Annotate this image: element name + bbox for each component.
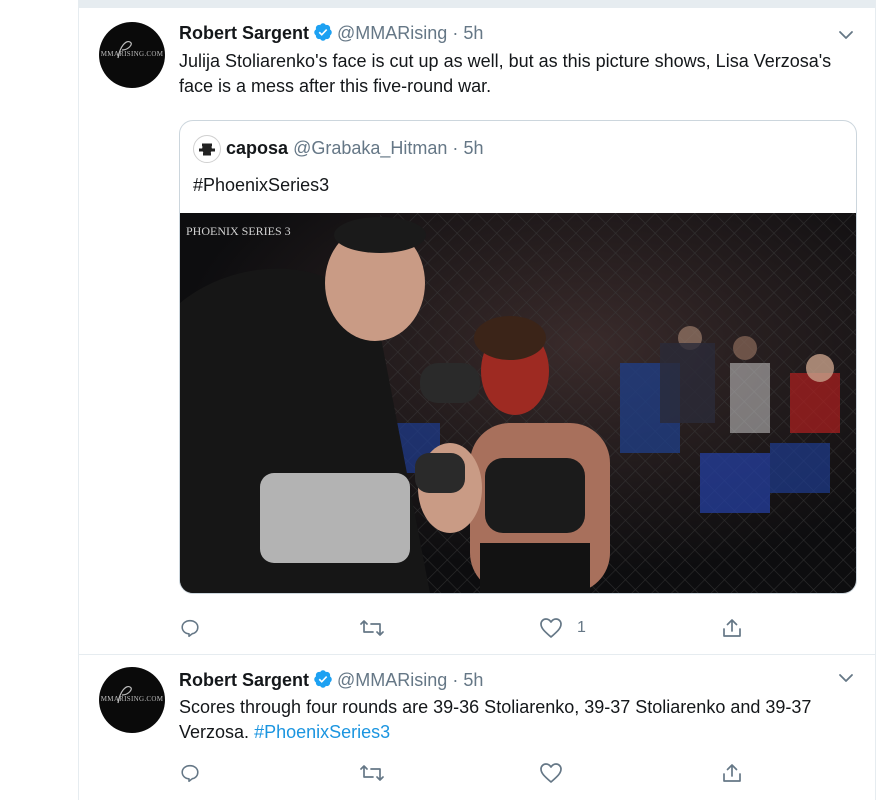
fight-photo[interactable]: PHOENIX SERIES 3 <box>180 213 856 593</box>
reply-button[interactable] <box>179 616 215 640</box>
share-button[interactable] <box>721 761 743 785</box>
retweet-button[interactable] <box>359 761 399 785</box>
like-button[interactable]: 1 <box>539 616 586 640</box>
separator-dot: · <box>452 23 459 43</box>
reply-button[interactable] <box>179 761 215 785</box>
tweet-text: Julija Stoliarenko's face is cut up as w… <box>179 51 832 96</box>
verified-badge-icon <box>313 22 333 47</box>
tweet-text: Scores through four rounds are 39-36 Sto… <box>179 695 859 745</box>
separator-dot: · <box>452 670 459 690</box>
retweet-icon <box>360 765 384 781</box>
timeline: MMARISING.COM Robert Sargent @MMARising ·… <box>78 0 876 800</box>
tweet-actions: 1 <box>179 616 859 640</box>
photo-watermark: PHOENIX SERIES 3 <box>186 224 291 238</box>
like-button[interactable] <box>539 761 577 785</box>
quoted-header: caposa @Grabaka_Hitman · 5h <box>226 137 483 159</box>
share-button[interactable] <box>721 616 743 640</box>
tweet[interactable]: MMARISING.COM Robert Sargent @MMARising ·… <box>79 8 875 655</box>
hashtag-link[interactable]: #PhoenixSeries3 <box>254 722 390 742</box>
retweet-button[interactable] <box>359 616 399 640</box>
verified-badge-icon <box>313 669 333 694</box>
avatar[interactable]: MMARISING.COM <box>99 667 165 733</box>
share-icon <box>723 619 741 637</box>
chevron-down-icon[interactable] <box>837 669 855 687</box>
author-name[interactable]: Robert Sargent <box>179 23 309 43</box>
quoted-author-handle[interactable]: @Grabaka_Hitman <box>293 138 447 158</box>
tweet-header: Robert Sargent @MMARising · 5h <box>179 669 483 694</box>
tweet-timestamp[interactable]: 5h <box>463 670 483 690</box>
tweet-actions <box>179 761 859 785</box>
tweet-timestamp[interactable]: 5h <box>463 23 483 43</box>
author-handle[interactable]: @MMARising <box>337 670 447 690</box>
chevron-down-icon[interactable] <box>837 26 855 44</box>
share-icon <box>723 764 741 782</box>
quoted-timestamp[interactable]: 5h <box>463 138 483 158</box>
author-name[interactable]: Robert Sargent <box>179 670 309 690</box>
avatar[interactable]: MMARISING.COM <box>99 22 165 88</box>
tweet[interactable]: MMARISING.COM Robert Sargent @MMARising ·… <box>79 655 875 800</box>
caposa-logo-icon <box>195 137 219 161</box>
timeline-divider <box>79 0 875 8</box>
like-count: 1 <box>577 619 586 636</box>
mmarising-logo-icon <box>117 686 132 704</box>
tweet-header: Robert Sargent @MMARising · 5h <box>179 22 483 47</box>
mmarising-logo-icon <box>117 41 132 59</box>
quoted-text: #PhoenixSeries3 <box>193 175 330 195</box>
retweet-icon <box>360 620 384 636</box>
heart-icon <box>540 618 562 638</box>
quoted-avatar[interactable] <box>193 135 221 163</box>
avatar-logo-text: MMARISING.COM <box>100 50 164 58</box>
avatar-logo-text: MMARISING.COM <box>100 695 164 703</box>
heart-icon <box>540 763 562 783</box>
quoted-author-name[interactable]: caposa <box>226 138 288 158</box>
author-handle[interactable]: @MMARising <box>337 23 447 43</box>
reply-icon <box>181 764 199 783</box>
reply-icon <box>181 619 199 638</box>
quoted-tweet[interactable]: caposa @Grabaka_Hitman · 5h #PhoenixSeri… <box>179 120 857 594</box>
separator-dot: · <box>452 138 459 158</box>
